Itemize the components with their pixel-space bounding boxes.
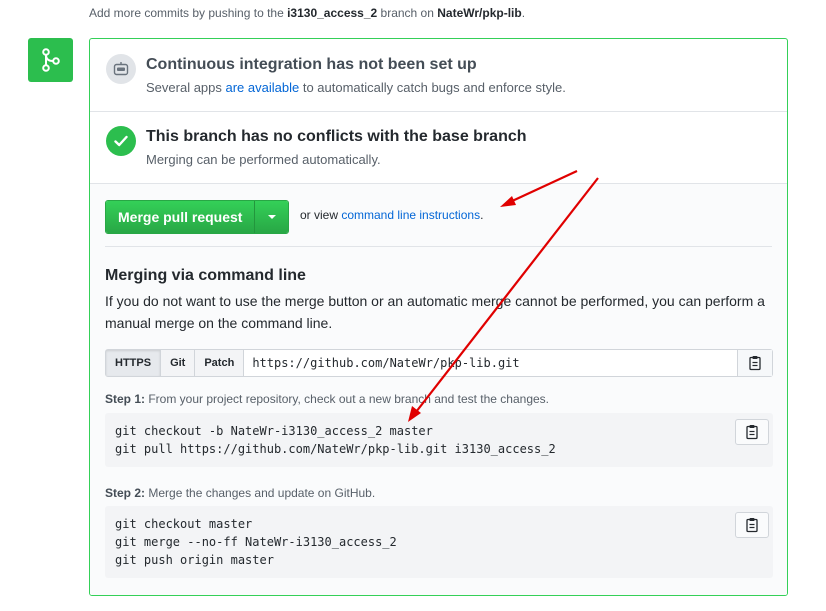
ci-robot-icon — [106, 54, 136, 84]
or-view-prefix: or view — [300, 208, 342, 222]
merge-button-group: Merge pull request — [105, 200, 290, 234]
protocol-patch-button[interactable]: Patch — [195, 350, 245, 376]
branch-name: i3130_access_2 — [287, 6, 378, 20]
git-merge-icon — [28, 38, 73, 82]
check-circle-icon — [106, 126, 136, 156]
caret-down-icon — [267, 215, 276, 219]
clipboard-icon — [749, 356, 761, 371]
code-line: git pull https://github.com/NateWr/pkp-l… — [115, 442, 556, 456]
step2-label: Step 2: Merge the changes and update on … — [105, 486, 375, 500]
merge-panel: Continuous integration has not been set … — [89, 38, 788, 596]
ci-status-section: Continuous integration has not been set … — [90, 39, 787, 112]
note-middle: branch on — [377, 6, 438, 20]
note-prefix: Add more commits by pushing to the — [89, 6, 288, 20]
clipboard-icon — [746, 425, 758, 440]
ci-desc-suffix: to automatically catch bugs and enforce … — [299, 80, 566, 95]
merge-method-dropdown-button[interactable] — [254, 201, 289, 233]
note-suffix: . — [521, 6, 526, 20]
step2-title: Step 2: — [105, 486, 146, 500]
cmdline-title: Merging via command line — [105, 267, 306, 284]
copy-url-button[interactable] — [737, 350, 772, 376]
repo-name: NateWr/pkp-lib — [437, 6, 522, 20]
code-line: git push origin master — [115, 553, 274, 567]
cmdline-description: If you do not want to use the merge butt… — [105, 293, 765, 331]
copy-step1-button[interactable] — [735, 419, 769, 445]
clone-url-box: HTTPS Git Patch https://github.com/NateW… — [105, 349, 773, 377]
or-view-text: or view command line instructions. — [300, 208, 483, 222]
protocol-https-button[interactable]: HTTPS — [106, 350, 162, 376]
merge-pull-request-button[interactable]: Merge pull request — [106, 201, 255, 233]
copy-step2-button[interactable] — [735, 512, 769, 538]
code-line: git checkout -b NateWr-i3130_access_2 ma… — [115, 424, 433, 438]
step2-text: Merge the changes and update on GitHub. — [145, 486, 376, 500]
ci-status-description: Several apps are available to automatica… — [146, 80, 566, 95]
apps-available-link[interactable]: are available — [226, 80, 300, 95]
step1-title: Step 1: — [105, 392, 146, 406]
clone-url-input[interactable]: https://github.com/NateWr/pkp-lib.git — [244, 350, 737, 376]
protocol-git-button[interactable]: Git — [161, 350, 196, 376]
conflict-status-description: Merging can be performed automatically. — [146, 152, 381, 167]
step1-code-block: git checkout -b NateWr-i3130_access_2 ma… — [105, 413, 773, 467]
conflict-status-title: This branch has no conflicts with the ba… — [146, 128, 527, 145]
or-view-period: . — [480, 208, 484, 222]
command-line-instructions-link[interactable]: command line instructions — [341, 208, 480, 222]
divider — [105, 246, 772, 247]
merge-area: Merge pull request or view command line … — [90, 184, 787, 595]
step1-label: Step 1: From your project repository, ch… — [105, 392, 549, 406]
conflict-status-section: This branch has no conflicts with the ba… — [90, 111, 787, 184]
ci-status-title: Continuous integration has not been set … — [146, 56, 477, 73]
code-line: git merge --no-ff NateWr-i3130_access_2 — [115, 535, 397, 549]
ci-desc-prefix: Several apps — [146, 80, 226, 95]
step1-text: From your project repository, check out … — [145, 392, 550, 406]
clipboard-icon — [746, 518, 758, 533]
code-line: git checkout master — [115, 517, 253, 531]
step2-code-block: git checkout master git merge --no-ff Na… — [105, 506, 773, 578]
branch-info-note: Add more commits by pushing to the i3130… — [89, 6, 525, 20]
